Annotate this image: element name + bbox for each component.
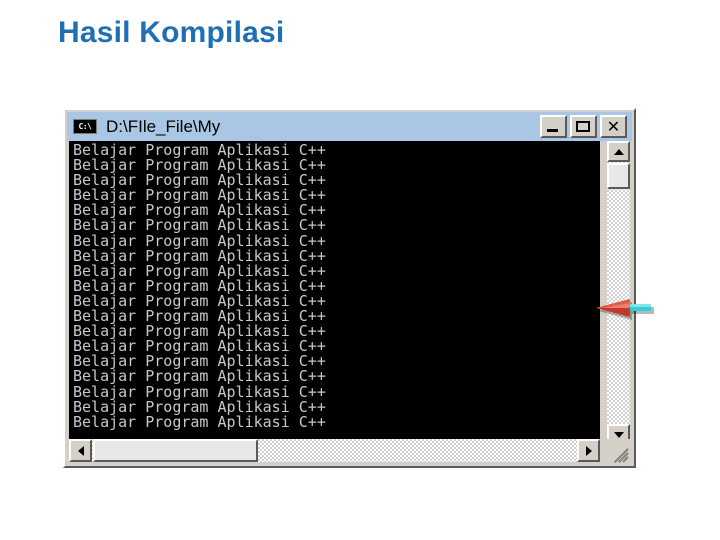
close-icon: ✕ bbox=[606, 116, 621, 136]
scroll-right-button[interactable] bbox=[577, 439, 600, 462]
scroll-left-button[interactable] bbox=[69, 439, 92, 462]
vertical-scroll-thumb[interactable] bbox=[607, 163, 630, 189]
scroll-left-arrow-icon bbox=[77, 445, 84, 456]
scroll-up-arrow-icon bbox=[613, 148, 624, 155]
window-client-area: Belajar Program Aplikasi C++ Belajar Prog… bbox=[67, 141, 632, 464]
window-inner: C:\ D:\FIle_File\My ✕ Belajar Program Ap… bbox=[67, 112, 632, 464]
page-title: Hasil Kompilasi bbox=[58, 16, 285, 49]
scroll-down-arrow-icon bbox=[613, 431, 624, 438]
scroll-right-arrow-icon bbox=[585, 445, 592, 456]
close-button[interactable]: ✕ bbox=[600, 115, 627, 138]
console-line: Belajar Program Aplikasi C++ bbox=[73, 412, 326, 431]
console-window: C:\ D:\FIle_File\My ✕ Belajar Program Ap… bbox=[63, 108, 636, 468]
horizontal-scrollbar[interactable] bbox=[69, 439, 600, 462]
maximize-icon bbox=[576, 121, 590, 132]
vertical-scroll-track[interactable] bbox=[607, 162, 630, 424]
maximize-button[interactable] bbox=[570, 115, 597, 138]
console-icon-text: C:\ bbox=[78, 121, 92, 131]
window-controls: ✕ bbox=[540, 115, 627, 138]
horizontal-scroll-thumb[interactable] bbox=[93, 439, 258, 462]
minimize-button[interactable] bbox=[540, 115, 567, 138]
window-title-text: D:\FIle_File\My bbox=[106, 116, 221, 136]
scroll-up-button[interactable] bbox=[607, 141, 630, 162]
vertical-scrollbar[interactable] bbox=[607, 141, 630, 445]
minimize-icon bbox=[547, 129, 558, 132]
window-titlebar[interactable]: C:\ D:\FIle_File\My ✕ bbox=[67, 112, 632, 141]
console-icon: C:\ bbox=[73, 119, 97, 134]
resize-grip[interactable] bbox=[607, 439, 630, 464]
console-output: Belajar Program Aplikasi C++ Belajar Prog… bbox=[69, 141, 600, 445]
